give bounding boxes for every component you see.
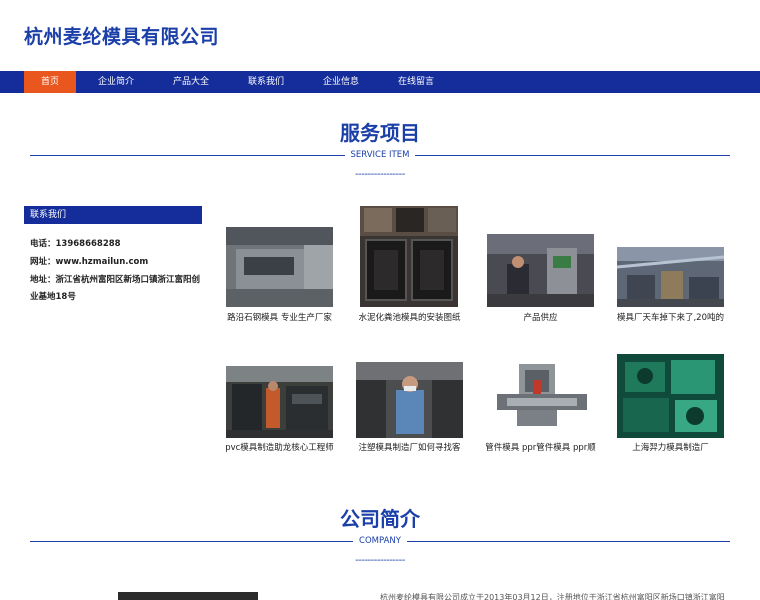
site-title[interactable]: 杭州麦纶模具有限公司 xyxy=(24,22,219,49)
contact-header: 联系我们 xyxy=(24,206,202,224)
company-subtitle: COMPANY xyxy=(353,536,407,546)
nav-item-message[interactable]: 在线留言 xyxy=(384,71,448,93)
contact-phone: 电话：13968668288 xyxy=(30,239,121,249)
septic-tank-mold-photo[interactable] xyxy=(360,206,458,307)
company-subtitle-wrap: COMPANY xyxy=(0,536,760,546)
pipe-fitting-mold-photo[interactable] xyxy=(487,354,594,438)
company-title: 公司简介 xyxy=(340,507,420,531)
product-caption-7[interactable]: 管件模具 ppr管件模具 ppr顺 xyxy=(482,441,599,453)
crane-workshop-photo[interactable] xyxy=(617,247,724,307)
main-nav: 首页 企业简介 产品大全 联系我们 企业信息 在线留言 xyxy=(0,71,760,93)
services-title: 服务项目 xyxy=(340,121,420,145)
company-dash: ---------------- xyxy=(355,555,405,566)
contact-address-line2: 业基地18号 xyxy=(30,292,76,302)
company-photo xyxy=(118,592,258,600)
nav-item-contact[interactable]: 联系我们 xyxy=(234,71,298,93)
nav-item-about[interactable]: 企业简介 xyxy=(84,71,148,93)
pvc-workshop-photo[interactable] xyxy=(226,366,333,438)
nav-item-info[interactable]: 企业信息 xyxy=(309,71,373,93)
green-mold-photo[interactable] xyxy=(617,354,724,438)
services-subtitle-wrap: SERVICE ITEM xyxy=(0,150,760,160)
nav-item-products[interactable]: 产品大全 xyxy=(159,71,223,93)
contact-website[interactable]: 网址：www.hzmailun.com xyxy=(30,255,148,270)
product-caption-6[interactable]: 注塑模具制造厂如何寻找客 xyxy=(352,441,467,453)
product-caption-4[interactable]: 模具厂天车掉下来了,20吨的 xyxy=(612,311,729,323)
injection-worker-photo[interactable] xyxy=(356,362,463,438)
product-caption-8[interactable]: 上海羿力模具制造厂 xyxy=(612,441,729,453)
contact-address-line1: 地址：浙江省杭州富阳区新场口镇浙江富阳创 xyxy=(30,275,201,285)
product-caption-3[interactable]: 产品供应 xyxy=(484,311,597,323)
product-caption-5[interactable]: pvc模具制造助龙核心工程师 xyxy=(222,441,337,453)
services-dash: ---------------- xyxy=(355,169,405,180)
steel-mold-photo[interactable] xyxy=(226,227,333,307)
company-intro: 杭州麦纶模具有限公司成立于2013年03月12日，注册地位于浙江省杭州富阳区新场… xyxy=(380,593,725,600)
nav-item-home[interactable]: 首页 xyxy=(24,71,76,93)
product-caption-1[interactable]: 路沿石钢模具 专业生产厂家 xyxy=(222,311,337,323)
services-subtitle: SERVICE ITEM xyxy=(344,150,416,160)
product-caption-2[interactable]: 水泥化粪池模具的安装图纸 xyxy=(352,311,467,323)
factory-worker-photo[interactable] xyxy=(487,234,594,307)
